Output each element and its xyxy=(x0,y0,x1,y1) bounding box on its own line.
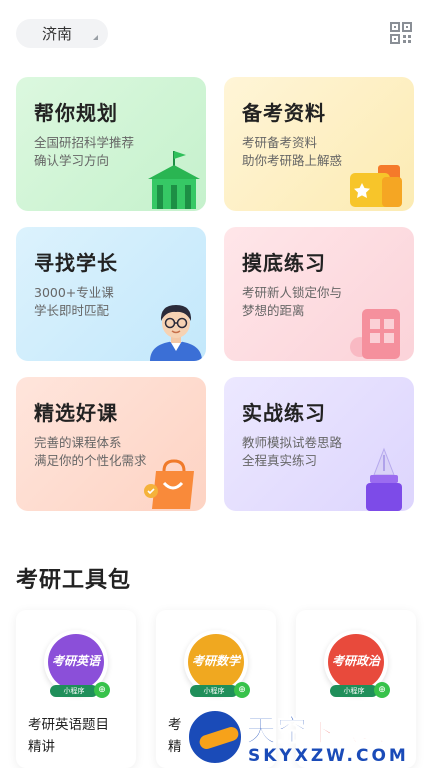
mini-program-icon: ⊕ xyxy=(374,682,390,698)
card-title: 寻找学长 xyxy=(34,251,118,275)
qr-code-icon[interactable] xyxy=(390,22,412,44)
card-plan[interactable]: 帮你规划 全国研招科学推荐 确认学习方向 xyxy=(16,77,206,211)
city-label: 济南 xyxy=(42,25,73,43)
city-selector[interactable]: 济南 xyxy=(16,19,108,48)
card-practice[interactable]: 摸底练习 考研新人锁定你与 梦想的距离 xyxy=(224,227,414,361)
section-title: 考研工具包 xyxy=(16,568,132,593)
dropdown-caret-icon xyxy=(93,35,98,40)
pen-nib-icon xyxy=(366,447,402,511)
shopping-bag-icon xyxy=(144,459,194,509)
watermark-logo-icon xyxy=(186,708,244,766)
card-materials[interactable]: 备考资料 考研备考资料 助你考研路上解惑 xyxy=(224,77,414,211)
mini-program-badge: 考研政治 小程序 ⊕ xyxy=(324,630,390,698)
site-watermark: 天空下载玩 SKYXZW.COM xyxy=(186,704,432,768)
card-title: 实战练习 xyxy=(242,401,326,425)
senior-avatar-icon xyxy=(150,305,202,361)
mini-program-icon: ⊕ xyxy=(94,682,110,698)
tool-label: 考研英语题目 精讲 xyxy=(28,717,109,755)
mini-program-badge: 考研英语 小程序 ⊕ xyxy=(44,630,110,698)
card-desc: 3000+专业课 学长即时匹配 xyxy=(34,285,114,318)
card-senior[interactable]: 寻找学长 3000+专业课 学长即时匹配 xyxy=(16,227,206,361)
document-folder-icon xyxy=(350,165,402,207)
practice-book-icon xyxy=(350,309,400,359)
card-exercise[interactable]: 实战练习 教师模拟试卷思路 全程真实练习 xyxy=(224,377,414,511)
card-title: 备考资料 xyxy=(242,101,326,125)
mini-program-icon: ⊕ xyxy=(234,682,250,698)
card-title: 精选好课 xyxy=(34,401,118,425)
tool-card-english[interactable]: 考研英语 小程序 ⊕ 考研英语题目 精讲 xyxy=(16,610,136,768)
school-building-icon xyxy=(148,151,200,209)
card-title: 帮你规划 xyxy=(34,101,118,125)
card-desc: 教师模拟试卷思路 全程真实练习 xyxy=(242,435,343,468)
mini-program-badge: 考研数学 小程序 ⊕ xyxy=(184,630,250,698)
card-title: 摸底练习 xyxy=(242,251,326,275)
card-courses[interactable]: 精选好课 完善的课程体系 满足你的个性化需求 xyxy=(16,377,206,511)
